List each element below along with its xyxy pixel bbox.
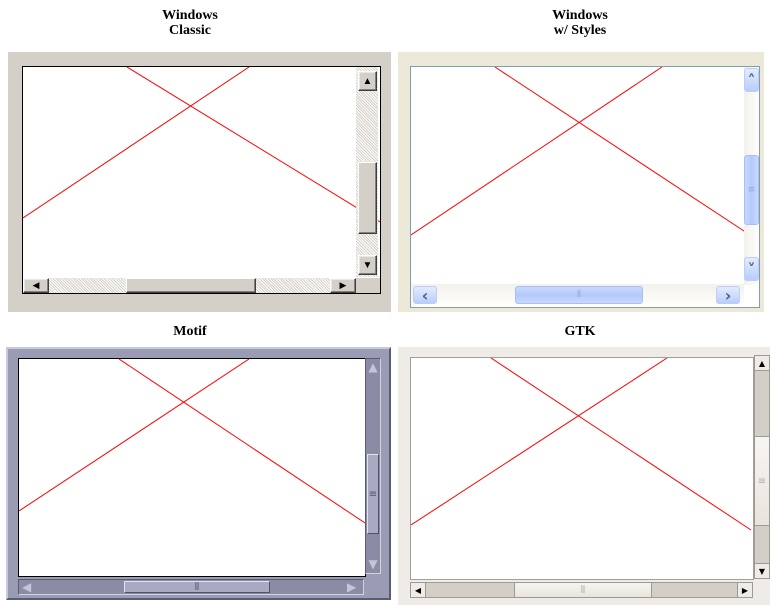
scroll-thumb-vertical[interactable]: ≡: [367, 454, 379, 534]
diagonal-line: [118, 359, 365, 524]
arrow-down-icon: ▼: [758, 566, 766, 576]
drawing-canvas: [18, 358, 366, 577]
arrow-left-icon: ◀: [414, 585, 422, 595]
motif-panel: ▲ ≡ ▼ ◀ ⦀ ▶: [6, 347, 391, 600]
scroll-down-button[interactable]: ˅: [744, 257, 759, 281]
scroll-right-button[interactable]: ▶: [330, 278, 356, 293]
arrow-up-icon: ▲: [362, 75, 373, 87]
windows-classic-panel: ▲ ▼ ◀ ▶: [8, 52, 391, 312]
gtk-panel: ▲ ≡ ▼ ◀ ⦀ ▶: [398, 347, 770, 605]
drawing-canvas: ▲ ▼ ◀ ▶: [22, 66, 381, 294]
scroll-right-button[interactable]: ›: [716, 285, 740, 305]
diagonal-line: [23, 67, 250, 219]
diagonal-line: [126, 67, 380, 223]
vertical-scrollbar[interactable]: ˄ ≡ ˅: [744, 67, 759, 285]
grip-icon: ⦀: [577, 290, 581, 300]
vertical-scrollbar[interactable]: ▲ ≡ ▼: [754, 355, 770, 579]
scroll-up-button[interactable]: ▲: [358, 71, 377, 91]
scroll-thumb-vertical[interactable]: ≡: [754, 436, 770, 526]
grip-icon: ≡: [368, 488, 378, 500]
caption-gtk: GTK: [564, 324, 596, 339]
scroll-up-button[interactable]: ˄: [744, 68, 759, 92]
arrow-up-icon: ▲: [368, 360, 378, 374]
diagonal-line: [494, 67, 748, 234]
grip-icon: ≡: [747, 185, 756, 195]
diagonal-line: [411, 358, 668, 526]
horizontal-scrollbar[interactable]: ◀ ▶: [23, 278, 356, 293]
caption-windows-classic-line1: Windows: [162, 8, 218, 23]
diagonal-line: [411, 67, 663, 236]
grip-icon: ⦀: [194, 581, 200, 593]
cross-lines: [19, 359, 365, 524]
caption-windows-styles: Windows w/ Styles: [505, 8, 655, 38]
drawing-canvas: [410, 357, 754, 580]
chevron-up-icon: ˄: [747, 70, 756, 90]
vertical-scrollbar[interactable]: ▲ ▼: [356, 67, 378, 277]
arrow-down-icon: ▼: [368, 557, 378, 571]
windows-styles-panel: ˄ ≡ ˅ ‹ ⦀ ›: [398, 52, 764, 312]
arrow-left-icon: ◀: [32, 280, 40, 290]
cross-lines: [411, 67, 748, 236]
horizontal-scrollbar[interactable]: ‹ ⦀ ›: [411, 284, 744, 306]
arrow-right-icon: ▶: [741, 585, 749, 595]
scroll-thumb-horizontal[interactable]: ⦀: [124, 581, 270, 593]
arrow-right-icon: ▶: [339, 280, 347, 290]
chevron-left-icon: ‹: [421, 285, 429, 305]
arrow-right-icon: ▶: [347, 580, 357, 594]
arrow-down-icon: ▼: [362, 259, 373, 271]
arrow-left-icon: ◀: [22, 580, 32, 594]
diagonal-line: [19, 359, 250, 512]
horizontal-scrollbar[interactable]: ◀ ⦀ ▶: [410, 582, 753, 598]
scroll-left-button[interactable]: ‹: [413, 285, 437, 305]
caption-windows-classic: Windows Classic: [115, 8, 265, 38]
scroll-down-button[interactable]: ▼: [754, 563, 770, 579]
caption-windows-styles-line1: Windows: [552, 8, 608, 23]
caption-windows-classic-line2: Classic: [169, 23, 211, 38]
scroll-left-button[interactable]: ◀: [410, 582, 426, 598]
diagonal-line: [490, 358, 752, 531]
arrow-up-icon: ▲: [758, 358, 766, 368]
caption-windows-styles-line2: w/ Styles: [553, 23, 607, 38]
caption-motif: Motif: [173, 324, 207, 339]
scrollbar-corner: [356, 278, 380, 293]
chevron-down-icon: ˅: [747, 259, 756, 279]
scroll-thumb-horizontal[interactable]: ⦀: [515, 286, 643, 304]
vertical-scrollbar[interactable]: ▲ ≡ ▼: [365, 358, 381, 574]
cross-lines: [23, 67, 380, 223]
chevron-right-icon: ›: [724, 285, 732, 305]
scroll-thumb-vertical[interactable]: ≡: [744, 155, 759, 225]
scroll-down-button[interactable]: ▼: [358, 255, 377, 275]
horizontal-scrollbar[interactable]: ◀ ⦀ ▶: [18, 579, 364, 595]
cross-lines: [411, 358, 752, 531]
scroll-up-button[interactable]: ▲: [754, 355, 770, 371]
scroll-right-button[interactable]: ▶: [737, 582, 753, 598]
scroll-thumb-horizontal[interactable]: ⦀: [514, 582, 652, 598]
scroll-left-button[interactable]: ◀: [23, 278, 49, 293]
grip-icon: ⦀: [580, 584, 586, 596]
drawing-canvas: ˄ ≡ ˅ ‹ ⦀ ›: [410, 66, 760, 308]
scroll-thumb-horizontal[interactable]: [126, 278, 256, 293]
scroll-thumb-vertical[interactable]: [358, 162, 377, 234]
grip-icon: ≡: [757, 475, 767, 487]
